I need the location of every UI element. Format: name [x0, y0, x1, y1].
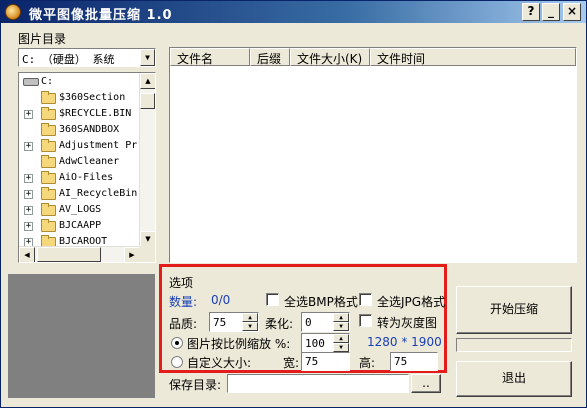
save-dir-label: 保存目录: — [169, 378, 222, 392]
scroll-down-icon[interactable]: ▼ — [140, 231, 155, 247]
scroll-left-icon[interactable]: ◀ — [19, 247, 35, 262]
folder-icon — [41, 219, 56, 232]
soften-label: 柔化: — [265, 317, 294, 331]
quality-stepper[interactable]: 75 ▲ ▼ — [209, 312, 259, 332]
folder-icon — [41, 139, 56, 152]
quality-label: 品质: — [169, 317, 198, 331]
tree-root-label: C: — [41, 76, 54, 87]
column-filetime[interactable]: 文件时间 — [370, 48, 576, 66]
expand-icon[interactable]: + — [24, 190, 33, 199]
folder-icon — [41, 123, 56, 136]
tree-horizontal-scrollbar[interactable]: ◀ ▶ — [19, 246, 140, 262]
folder-icon — [41, 187, 56, 200]
spin-up-icon[interactable]: ▲ — [333, 334, 349, 343]
tree-item-label: AV_LOGS — [59, 204, 102, 215]
scroll-right-icon[interactable]: ▶ — [124, 247, 140, 262]
folder-icon — [41, 171, 56, 184]
scale-spin-buttons: ▲ ▼ — [333, 334, 349, 352]
spin-down-icon[interactable]: ▼ — [242, 322, 258, 331]
tree-item-label: AI_RecycleBin — [59, 188, 138, 199]
height-label: 高: — [359, 356, 376, 370]
width-value: 75 — [305, 355, 319, 368]
grayscale-label: 转为灰度图 — [377, 316, 438, 330]
height-value: 75 — [394, 355, 408, 368]
progress-bar — [456, 338, 572, 352]
grayscale-checkbox[interactable] — [359, 314, 372, 327]
directory-group-label: 图片目录 — [18, 32, 67, 46]
scale-label: 图片按比例缩放 %: — [187, 337, 291, 351]
custom-size-label: 自定义大小: — [187, 356, 252, 370]
tree-item-label: $RECYCLE.BIN — [59, 108, 132, 119]
folder-icon — [41, 203, 56, 216]
folder-icon — [41, 91, 56, 104]
expand-icon[interactable]: + — [24, 142, 33, 151]
options-group-label: 选项 — [169, 276, 194, 290]
tree-vertical-scrollbar[interactable]: ▲ ▼ — [139, 73, 155, 247]
drive-select[interactable]: C: （硬盘） 系统 ▼ — [18, 48, 156, 67]
count-label: 数量: — [169, 295, 198, 309]
spin-down-icon[interactable]: ▼ — [333, 322, 349, 331]
drive-icon — [23, 78, 39, 86]
column-filesize[interactable]: 文件大小(K) — [290, 48, 370, 66]
width-label: 宽: — [283, 356, 300, 370]
folder-icon — [41, 107, 56, 120]
file-list[interactable]: 文件名 后缀 文件大小(K) 文件时间 — [169, 47, 577, 263]
quality-value: 75 — [213, 316, 227, 329]
scroll-up-icon[interactable]: ▲ — [140, 73, 155, 89]
quality-spin-buttons: ▲ ▼ — [242, 313, 258, 331]
exit-button[interactable]: 退出 — [456, 361, 572, 397]
chevron-down-icon[interactable]: ▼ — [140, 49, 155, 66]
folder-tree[interactable]: C: $360Section + $RECYCLE.BIN 360SANDBOX + Ad… — [18, 72, 156, 263]
tree-item-label: Adjustment Pr — [59, 140, 138, 151]
soften-value: 0 — [305, 316, 312, 329]
scroll-thumb-horizontal[interactable] — [37, 247, 101, 262]
save-dir-input[interactable] — [227, 374, 409, 393]
count-value: 0/0 — [211, 293, 231, 307]
select-all-jpg-label: 全选JPG格式 — [377, 295, 446, 309]
scale-value: 100 — [305, 337, 325, 350]
expand-icon[interactable]: + — [24, 222, 33, 231]
select-all-bmp-label: 全选BMP格式 — [284, 295, 358, 309]
browse-button[interactable]: .. — [411, 374, 441, 393]
soften-spin-buttons: ▲ ▼ — [333, 313, 349, 331]
image-preview — [8, 274, 155, 398]
spin-up-icon[interactable]: ▲ — [333, 313, 349, 322]
width-input[interactable]: 75 — [301, 352, 350, 371]
app-icon — [5, 4, 21, 20]
expand-icon[interactable]: + — [24, 110, 33, 119]
drive-select-value: C: （硬盘） 系统 — [22, 53, 115, 66]
tree-item-label: $360Section — [59, 92, 126, 103]
tree-item-label: BJCAAPP — [59, 220, 102, 231]
scroll-corner — [139, 246, 155, 262]
expand-icon[interactable]: + — [24, 206, 33, 215]
select-all-jpg-checkbox[interactable] — [359, 293, 372, 306]
scroll-thumb[interactable] — [140, 93, 155, 109]
main-window: 微平图像批量压缩 1.0 ? _ × 图片目录 C: （硬盘） 系统 ▼ C: … — [0, 0, 587, 408]
resolution-info: 1280 * 1900 — [367, 335, 442, 349]
scale-stepper[interactable]: 100 ▲ ▼ — [301, 333, 350, 353]
tree-item-label: AdwCleaner — [59, 156, 120, 167]
spin-down-icon[interactable]: ▼ — [333, 343, 349, 352]
title-bar[interactable]: 微平图像批量压缩 1.0 ? _ × — [1, 1, 586, 23]
folder-icon — [41, 155, 56, 168]
help-button[interactable]: ? — [522, 3, 540, 21]
select-all-bmp-checkbox[interactable] — [266, 293, 279, 306]
tree-item-label: AiO-Files — [59, 172, 114, 183]
tree-item-label: 360SANDBOX — [59, 124, 120, 135]
expand-icon[interactable]: + — [24, 174, 33, 183]
column-extension[interactable]: 后缀 — [250, 48, 290, 66]
soften-stepper[interactable]: 0 ▲ ▼ — [301, 312, 350, 332]
minimize-button[interactable]: _ — [542, 3, 560, 21]
start-compress-button[interactable]: 开始压缩 — [456, 286, 572, 334]
close-button[interactable]: × — [563, 3, 581, 21]
spin-up-icon[interactable]: ▲ — [242, 313, 258, 322]
window-title: 微平图像批量压缩 1.0 — [29, 8, 173, 23]
height-input[interactable]: 75 — [390, 352, 438, 371]
column-filename[interactable]: 文件名 — [170, 48, 250, 66]
scale-radio[interactable] — [171, 337, 183, 349]
custom-size-radio[interactable] — [171, 356, 183, 368]
